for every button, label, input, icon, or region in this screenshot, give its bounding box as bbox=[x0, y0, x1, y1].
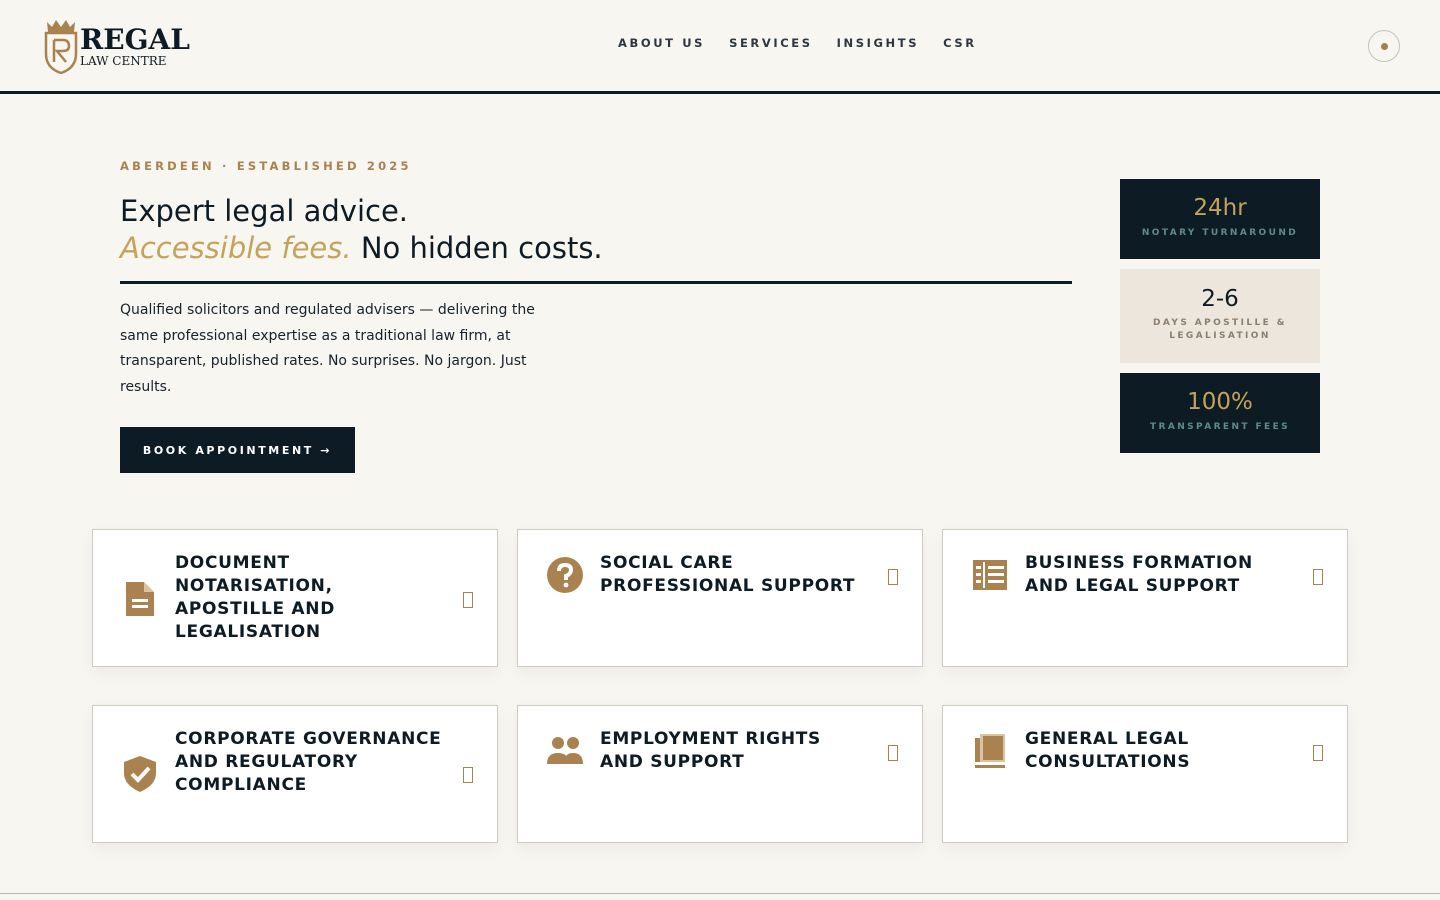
headline-rest: No hidden costs. bbox=[360, 231, 603, 265]
stat-label-line2: LEGALISATION bbox=[1169, 331, 1271, 341]
stat-notary: 24hr NOTARY TURNAROUND bbox=[1120, 179, 1320, 259]
book-appointment-button[interactable]: BOOK APPOINTMENT → bbox=[120, 427, 355, 473]
footer-divider bbox=[0, 893, 1440, 894]
service-card-notarisation[interactable]: DOCUMENT NOTARISATION, APOSTILLE AND LEG… bbox=[92, 529, 498, 667]
logo[interactable]: REGAL LAW CENTRE bbox=[44, 18, 190, 76]
service-card-business[interactable]: BUSINESS FORMATION AND LEGAL SUPPORT bbox=[942, 529, 1348, 667]
brand-subtitle: LAW CENTRE bbox=[80, 54, 167, 68]
site-header: REGAL LAW CENTRE ABOUT US SERVICES INSIG… bbox=[0, 0, 1440, 94]
nav-csr[interactable]: CSR bbox=[943, 36, 977, 50]
stat-label: NOTARY TURNAROUND bbox=[1141, 228, 1299, 238]
hero-headline: Expert legal advice. Accessible fees. No… bbox=[120, 193, 1072, 267]
people-icon bbox=[547, 737, 583, 764]
arrow-icon bbox=[463, 767, 473, 783]
service-title: SOCIAL CARE PROFESSIONAL SUPPORT bbox=[600, 553, 856, 596]
stat-value: 100% bbox=[1187, 389, 1253, 415]
main-nav: ABOUT US SERVICES INSIGHTS CSR bbox=[618, 36, 1001, 50]
stat-label: TRANSPARENT FEES bbox=[1150, 422, 1290, 432]
book-icon bbox=[975, 734, 1005, 768]
service-card-governance[interactable]: CORPORATE GOVERNANCE AND REGULATORY COMP… bbox=[92, 705, 498, 843]
arrow-icon bbox=[1313, 745, 1323, 761]
arrow-icon bbox=[463, 592, 473, 608]
stat-label-line1: DAYS APOSTILLE & bbox=[1153, 318, 1287, 328]
stat-apostille: 2-6 DAYS APOSTILLE & LEGALISATION bbox=[1120, 269, 1320, 363]
service-card-consultations[interactable]: GENERAL LEGAL CONSULTATIONS bbox=[942, 705, 1348, 843]
theme-toggle-button[interactable] bbox=[1368, 30, 1400, 62]
list-icon bbox=[973, 560, 1007, 590]
service-title: GENERAL LEGAL CONSULTATIONS bbox=[1025, 729, 1191, 772]
shield-check-icon bbox=[124, 756, 156, 792]
headline-line1: Expert legal advice. bbox=[120, 194, 409, 228]
document-icon bbox=[126, 582, 154, 616]
service-title: CORPORATE GOVERNANCE AND REGULATORY COMP… bbox=[175, 729, 442, 795]
stat-value: 24hr bbox=[1193, 195, 1247, 221]
service-title: BUSINESS FORMATION AND LEGAL SUPPORT bbox=[1025, 553, 1253, 596]
brand-name: REGAL bbox=[80, 23, 190, 56]
nav-insights[interactable]: INSIGHTS bbox=[837, 36, 919, 50]
arrow-icon bbox=[1313, 569, 1323, 585]
hero-intro: Qualified solicitors and regulated advis… bbox=[120, 302, 535, 395]
nav-services[interactable]: SERVICES bbox=[729, 36, 813, 50]
arrow-icon bbox=[888, 569, 898, 585]
hero-eyebrow: ABERDEEN · ESTABLISHED 2025 bbox=[120, 159, 412, 173]
question-circle-icon bbox=[547, 557, 583, 593]
hero-divider bbox=[120, 281, 1072, 284]
nav-about-us[interactable]: ABOUT US bbox=[618, 36, 705, 50]
service-card-social-care[interactable]: SOCIAL CARE PROFESSIONAL SUPPORT bbox=[517, 529, 923, 667]
service-title: DOCUMENT NOTARISATION, APOSTILLE AND LEG… bbox=[175, 553, 336, 642]
service-card-employment[interactable]: EMPLOYMENT RIGHTS AND SUPPORT bbox=[517, 705, 923, 843]
stat-value: 2-6 bbox=[1201, 286, 1239, 312]
headline-accent: Accessible fees. bbox=[120, 231, 352, 265]
arrow-icon bbox=[888, 745, 898, 761]
sun-icon bbox=[1381, 43, 1388, 50]
crest-icon bbox=[44, 20, 78, 74]
service-title: EMPLOYMENT RIGHTS AND SUPPORT bbox=[600, 729, 821, 772]
stat-fees: 100% TRANSPARENT FEES bbox=[1120, 373, 1320, 453]
